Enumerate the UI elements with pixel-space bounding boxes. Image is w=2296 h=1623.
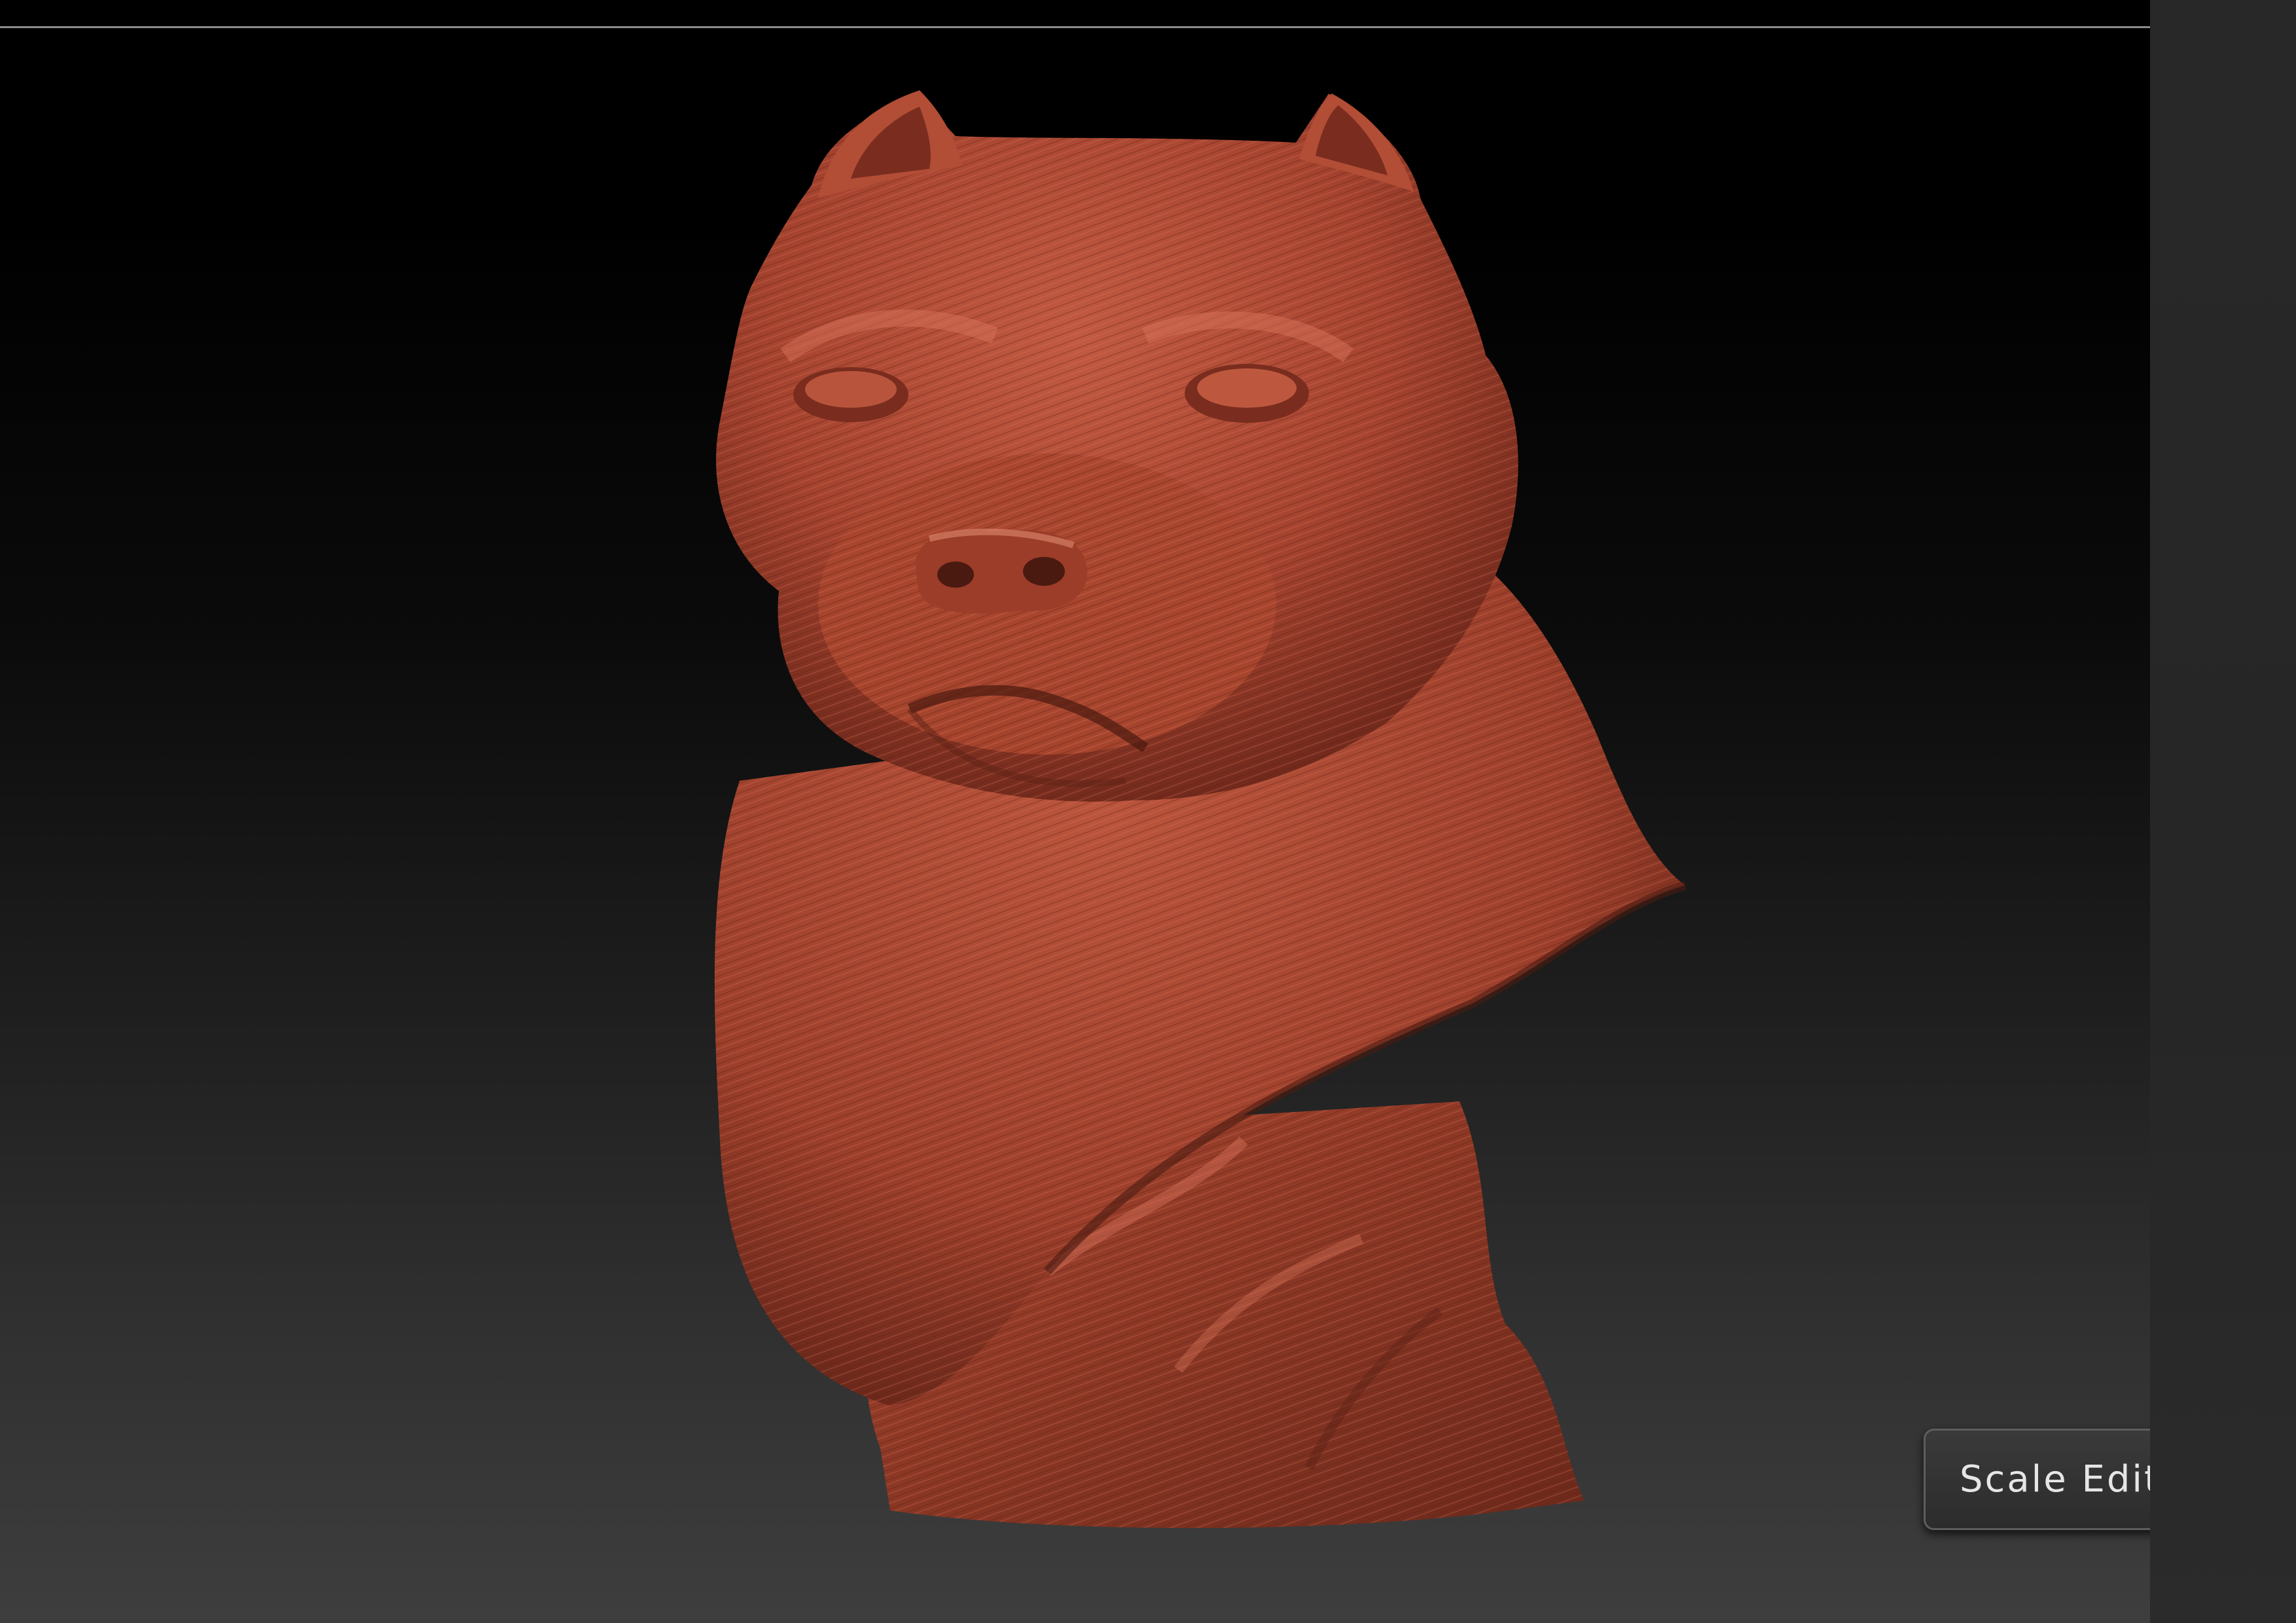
dog-bust-model[interactable]	[0, 28, 2150, 1623]
tooltip: Scale Edited Obj	[1924, 1429, 2150, 1530]
3d-viewport[interactable]: Scale Edited Obj	[0, 28, 2150, 1623]
sculpting-app-window: Scale Edited Obj	[0, 0, 2296, 1623]
tooltip-text: Scale Edited Obj	[1960, 1458, 2150, 1501]
right-sidebar-panel	[2150, 0, 2296, 1623]
